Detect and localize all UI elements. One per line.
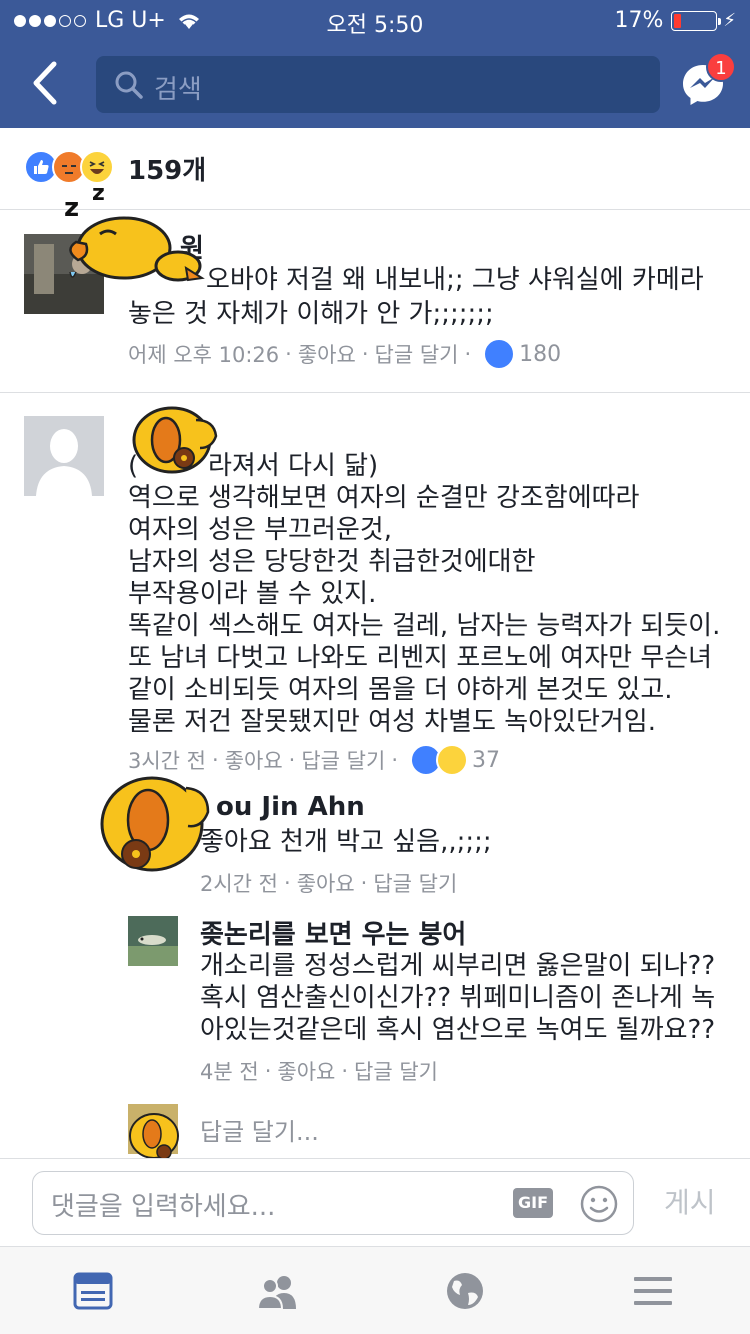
reply-time: 4분 전	[200, 1060, 259, 1084]
reply-meta: 4분 전 · 좋아요 · 답글 달기	[200, 1056, 438, 1086]
reaction-count: 180	[519, 341, 562, 367]
battery-fill	[674, 13, 682, 28]
comment-reactions[interactable]: 180	[483, 338, 561, 370]
avatar[interactable]	[24, 416, 104, 496]
back-arrow-icon[interactable]	[26, 58, 66, 108]
like-link[interactable]: 좋아요	[225, 745, 283, 775]
crying-duck-sticker	[132, 406, 218, 474]
app-header: LG U+ 오전 5:50 17% ⚡ 검색 1	[0, 0, 750, 128]
battery-percent: 17%	[614, 8, 664, 33]
post-button[interactable]: 게시	[664, 1181, 716, 1221]
meta-separator: ·	[361, 342, 369, 366]
reply-link[interactable]: 답글 달기	[354, 1056, 438, 1086]
reply-text-line: 개소리를 정성스럽게 씨부리면 옳은말이 되나??	[200, 951, 716, 981]
reply-author[interactable]: 좆논리를 보면 우는 붕어	[200, 914, 466, 951]
like-link[interactable]: 좋아요	[277, 1056, 335, 1086]
comment-text-line: 같이 소비되듯 여자의 몸을 더 야하게 본것도 있고.	[128, 675, 673, 705]
charging-bolt-icon: ⚡	[723, 10, 736, 31]
reply-meta: 2시간 전 · 좋아요 · 답글 달기	[200, 868, 457, 898]
meta-separator: ·	[360, 871, 368, 895]
haha-reaction-icon	[436, 744, 468, 776]
duck-avatar-sticker	[128, 1104, 179, 1160]
avatar[interactable]	[128, 916, 178, 966]
like-link[interactable]: 좋아요	[298, 339, 356, 369]
meta-separator: ·	[391, 748, 398, 772]
reply-text-line: 좋아요 천개 박고 싶음,,;;;;	[200, 827, 492, 857]
gif-button[interactable]: GIF	[513, 1188, 553, 1218]
comment-meta: 어제 오후 10:26 · 좋아요 · 답글 달기 · 180	[128, 338, 561, 370]
news-feed-icon[interactable]	[72, 1271, 114, 1311]
sticker-smile-icon[interactable]	[579, 1184, 619, 1224]
status-bar: LG U+ 오전 5:50 17% ⚡	[0, 0, 750, 40]
reply-link[interactable]: 답글 달기	[373, 868, 457, 898]
comment-text-line: 또 남녀 다벗고 나와도 리벤지 포르노에 여자만 무슨녀	[128, 643, 713, 673]
comment-text-line: 남자의 성은 당당한것 취급한것에대한	[128, 547, 536, 577]
sleeping-duck-sticker: z z	[64, 181, 205, 282]
divider	[0, 392, 750, 393]
globe-icon[interactable]	[444, 1271, 486, 1311]
battery-status: 17% ⚡	[614, 8, 736, 33]
search-icon	[115, 71, 143, 99]
meta-separator: ·	[288, 748, 296, 772]
meta-separator: ·	[341, 1059, 349, 1083]
battery-icon	[671, 10, 722, 31]
reply-time: 2시간 전	[200, 872, 278, 896]
reaction-count: 37	[472, 747, 500, 773]
reply-text-line: 혹시 염산출신이신가?? 뷔페미니즘이 존나게 녹	[200, 983, 716, 1013]
comment-reactions[interactable]: 37	[410, 744, 500, 776]
messenger-badge: 1	[706, 52, 736, 82]
search-placeholder: 검색	[154, 75, 202, 105]
meta-separator: ·	[284, 871, 291, 895]
comment-text-line: 놓은 것 자체가 이해가 안 가;;;;;;;	[128, 299, 494, 329]
svg-text:z: z	[64, 193, 79, 223]
comment-text-line: 똑같이 섹스해도 여자는 걸레, 남자는 능력자가 되듯이.	[128, 611, 721, 641]
friends-icon[interactable]	[256, 1271, 298, 1311]
comment-placeholder: 댓글을 입력하세요...	[51, 1192, 276, 1222]
reply-text-line: 아있는것같은데 혹시 염산으로 녹여도 될까요??	[200, 1015, 716, 1045]
comment-text-line: 라져서 다시 닮)	[208, 451, 379, 481]
comment-text-line: 여자의 성은 부끄러운것,	[128, 515, 392, 545]
comment-text-line: 역으로 생각해보면 여자의 순결만 강조함에따라	[128, 483, 640, 513]
search-input[interactable]: 검색	[96, 56, 660, 113]
crying-duck-sticker	[100, 776, 210, 872]
reply-input[interactable]: 답글 달기...	[200, 1112, 319, 1147]
comment-text-line: 오바야 저걸 왜 내보내;; 그냥 샤워실에 카메라	[206, 265, 704, 295]
reply-link[interactable]: 답글 달기	[375, 339, 459, 369]
comment-text-line: 물론 저건 잘못됐지만 여성 차별도 녹아있단거임.	[128, 707, 656, 737]
menu-icon[interactable]	[632, 1271, 674, 1311]
reply-link[interactable]: 답글 달기	[301, 745, 385, 775]
meta-separator: ·	[264, 1059, 272, 1083]
comment-composer: 댓글을 입력하세요... GIF 게시	[0, 1158, 750, 1246]
like-reaction-icon	[483, 338, 516, 370]
comment-text-line: 부작용이라 볼 수 있지.	[128, 579, 377, 609]
comment-time: 어제 오후 10:26	[128, 343, 280, 367]
comment-input[interactable]: 댓글을 입력하세요... GIF	[32, 1171, 634, 1235]
meta-separator: ·	[464, 342, 472, 366]
reply-author[interactable]: ou Jin Ahn	[216, 792, 365, 822]
meta-separator: ·	[285, 342, 292, 366]
like-link[interactable]: 좋아요	[297, 868, 355, 898]
svg-text:z: z	[92, 181, 105, 206]
bottom-tab-bar	[0, 1246, 750, 1334]
